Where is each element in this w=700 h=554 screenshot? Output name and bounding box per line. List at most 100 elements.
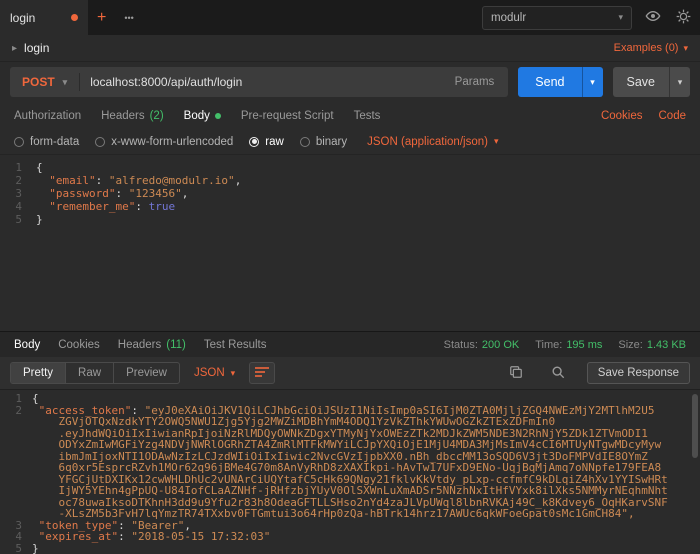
view-raw-button[interactable]: Raw — [66, 363, 114, 383]
send-button[interactable]: Send — [518, 67, 581, 97]
line-number: 1 — [0, 161, 36, 174]
status-badge: Status: 200 OK — [444, 339, 520, 351]
body-mode-bar: form-data x-www-form-urlencoded raw bina… — [0, 129, 700, 155]
scrollbar-thumb[interactable] — [692, 394, 698, 458]
cookies-link[interactable]: Cookies — [601, 110, 643, 122]
radio-icon — [249, 137, 259, 147]
content-type-select[interactable]: JSON (application/json) ▾ — [367, 136, 498, 148]
tab-authorization-label: Authorization — [14, 110, 81, 122]
radio-urlencoded[interactable]: x-www-form-urlencoded — [95, 136, 233, 148]
request-name: login — [24, 41, 49, 55]
request-tab[interactable]: login — [0, 0, 88, 35]
headers-count-badge: (2) — [150, 110, 164, 122]
tab-headers-label: Headers — [101, 110, 144, 122]
time-label: Time: — [535, 339, 562, 351]
collapse-chevron-icon[interactable]: ▸ — [12, 43, 17, 54]
radio-urlencoded-label: x-www-form-urlencoded — [111, 136, 233, 148]
json-key: "password" — [49, 187, 115, 200]
chevron-down-icon: ▾ — [683, 43, 688, 54]
examples-label: Examples (0) — [614, 42, 679, 54]
view-preview-button[interactable]: Preview — [114, 363, 179, 383]
search-icon — [551, 365, 565, 382]
tab-pre-request-label: Pre-request Script — [241, 110, 334, 122]
eye-icon — [645, 8, 661, 27]
tab-options-button[interactable]: ••• — [115, 13, 142, 23]
radio-binary[interactable]: binary — [300, 136, 347, 148]
search-response-button[interactable] — [545, 361, 571, 385]
save-button[interactable]: Save — [613, 67, 670, 97]
chevron-down-icon: ▾ — [231, 368, 236, 379]
app-window: login + ••• modulr ▾ ▸ login Examples (0… — [0, 0, 700, 554]
copy-response-button[interactable] — [503, 361, 529, 385]
request-tab-title: login — [10, 11, 35, 25]
tab-headers[interactable]: Headers (2) — [101, 110, 164, 122]
chevron-down-icon: ▾ — [618, 12, 623, 23]
code-line: 1 { — [0, 161, 700, 174]
gear-icon — [676, 9, 691, 27]
url-box: POST ▾ Params — [10, 67, 508, 97]
code-line: 4 "expires_at": "2018-05-15 17:32:03" — [0, 531, 700, 543]
code-link[interactable]: Code — [659, 110, 687, 122]
line-number: 3 — [0, 187, 36, 200]
unsaved-changes-dot-icon — [71, 14, 78, 21]
view-pretty-button[interactable]: Pretty — [11, 363, 66, 383]
radio-icon — [95, 137, 105, 147]
examples-dropdown[interactable]: Examples (0) ▾ — [614, 42, 688, 54]
response-status-bar: Status: 200 OK Time: 195 ms Size: 1.43 K… — [444, 339, 686, 351]
response-tab-headers-label: Headers — [118, 339, 161, 351]
environment-preview-button[interactable] — [640, 6, 666, 30]
radio-form-data-label: form-data — [30, 136, 79, 148]
radio-icon — [14, 137, 24, 147]
tab-body[interactable]: Body — [184, 110, 221, 122]
response-actions: Save Response — [503, 361, 690, 385]
response-tab-cookies[interactable]: Cookies — [58, 339, 100, 351]
content-type-label: JSON (application/json) — [367, 136, 488, 148]
json-key: "remember_me" — [49, 200, 135, 213]
tab-body-label: Body — [184, 110, 210, 122]
send-options-button[interactable]: ▾ — [582, 67, 603, 97]
radio-form-data[interactable]: form-data — [14, 136, 79, 148]
status-value: 200 OK — [482, 339, 519, 351]
environment-select[interactable]: modulr ▾ — [482, 6, 632, 30]
word-wrap-toggle-button[interactable] — [249, 362, 275, 384]
url-input[interactable] — [80, 75, 440, 89]
json-value: true — [149, 200, 176, 213]
tab-pre-request-script[interactable]: Pre-request Script — [241, 110, 334, 122]
code-line: 2 "email": "alfredo@modulr.io", — [0, 174, 700, 187]
brace: } — [36, 213, 43, 226]
request-body-editor[interactable]: 1 { 2 "email": "alfredo@modulr.io", 3 "p… — [0, 155, 700, 331]
tab-authorization[interactable]: Authorization — [14, 110, 81, 122]
json-sep: : — [96, 174, 109, 187]
line-number: 5 — [0, 543, 32, 554]
response-tab-headers[interactable]: Headers (11) — [118, 339, 186, 351]
save-options-button[interactable]: ▾ — [669, 67, 690, 97]
wrap-lines-icon — [255, 366, 269, 381]
size-badge: Size: 1.43 KB — [618, 339, 686, 351]
new-tab-button[interactable]: + — [88, 9, 115, 27]
radio-binary-label: binary — [316, 136, 347, 148]
response-tab-test-results[interactable]: Test Results — [204, 339, 267, 351]
response-tab-cookies-label: Cookies — [58, 339, 100, 351]
time-value: 195 ms — [566, 339, 602, 351]
radio-raw[interactable]: raw — [249, 136, 284, 148]
response-tab-body[interactable]: Body — [14, 339, 40, 351]
json-key-expires-at: "expires_at" — [39, 530, 118, 543]
code-line: 5 } — [0, 213, 700, 226]
copy-icon — [509, 365, 523, 382]
line-number: 2 — [0, 174, 36, 187]
json-value-access-token: "eyJ0eXAiOiJKV1QiLCJhbGciOiJSUzI1NiIsImp… — [58, 404, 667, 521]
top-bar: login + ••• modulr ▾ — [0, 0, 700, 35]
code-line: 5 } — [0, 543, 700, 554]
response-body-viewer[interactable]: 1 { 2 "access_token": "eyJ0eXAiOiJKV1QiL… — [0, 390, 700, 554]
save-response-button[interactable]: Save Response — [587, 362, 690, 384]
params-button[interactable]: Params — [441, 76, 509, 88]
tab-tests[interactable]: Tests — [354, 110, 381, 122]
line-number: 4 — [0, 200, 36, 213]
brace: { — [32, 392, 39, 405]
size-value: 1.43 KB — [647, 339, 686, 351]
json-sep: : — [115, 187, 128, 200]
response-format-select[interactable]: JSON ▾ — [194, 367, 235, 379]
settings-button[interactable] — [670, 6, 696, 30]
response-headers-count-badge: (11) — [166, 339, 186, 351]
method-select[interactable]: POST ▾ — [10, 75, 79, 89]
